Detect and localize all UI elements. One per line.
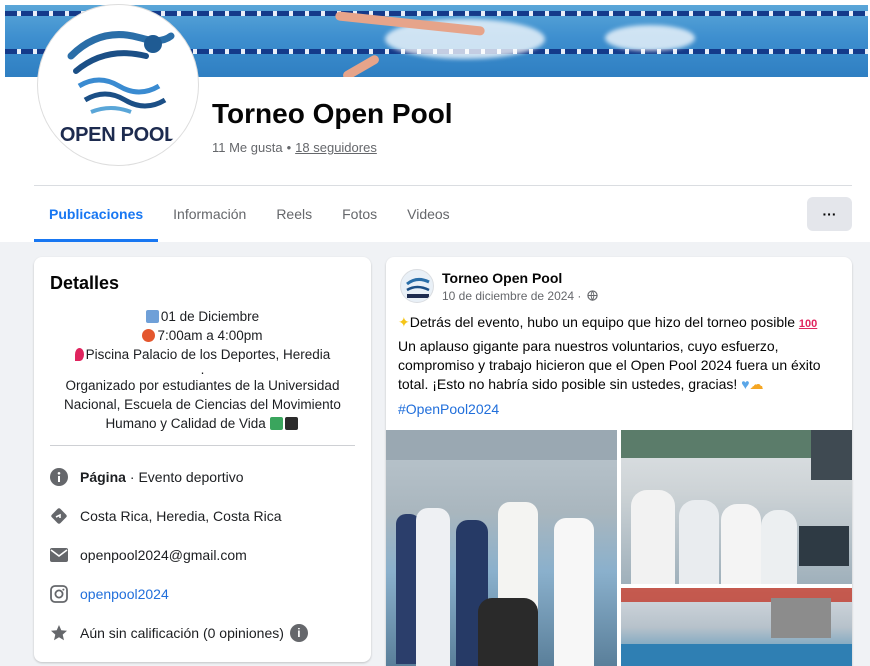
event-time: 7:00am a 4:00pm xyxy=(157,328,263,343)
sparkles-icon: ✦ xyxy=(398,314,410,330)
graduation-cap-icon xyxy=(284,417,298,430)
details-divider xyxy=(50,445,355,446)
location-text: Costa Rica, Heredia, Costa Rica xyxy=(80,508,282,524)
instagram-link[interactable]: openpool2024 xyxy=(80,586,169,602)
category-value: · Evento deportivo xyxy=(129,469,244,485)
instagram-icon xyxy=(50,585,68,603)
details-card: Detalles 01 de Diciembre 7:00am a 4:00pm… xyxy=(34,257,371,662)
page-tabs: Publicaciones Información Reels Fotos Vi… xyxy=(34,186,465,242)
books-icon xyxy=(269,417,283,430)
location-diamond-icon xyxy=(50,507,68,525)
post-line1-text: Detrás del evento, hubo un equipo que hi… xyxy=(409,314,796,330)
post-author-name[interactable]: Torneo Open Pool xyxy=(442,270,562,286)
tab-informacion[interactable]: Información xyxy=(158,186,261,242)
likes-count[interactable]: 11 Me gusta xyxy=(212,140,283,155)
post-timestamp[interactable]: 10 de diciembre de 2024 · xyxy=(442,289,598,303)
post-hashtag[interactable]: #OpenPool2024 xyxy=(398,400,843,419)
event-organizer: Organizado por estudiantes de la Univers… xyxy=(64,378,341,431)
page-avatar[interactable]: OPEN POOL xyxy=(38,5,198,165)
page-header: OPEN POOL Torneo Open Pool 11 Me gusta • 1… xyxy=(0,0,870,242)
post-author-avatar[interactable] xyxy=(400,269,434,303)
envelope-icon xyxy=(50,546,68,564)
tab-videos[interactable]: Videos xyxy=(392,186,465,242)
tab-reels[interactable]: Reels xyxy=(261,186,327,242)
more-options-button[interactable]: ··· xyxy=(807,197,852,231)
page-stats: 11 Me gusta • 18 seguidores xyxy=(212,140,377,155)
event-date: 01 de Diciembre xyxy=(160,309,260,324)
category-label: Página xyxy=(80,469,126,485)
alarm-clock-icon xyxy=(142,329,156,342)
rating-text: Aún sin calificación (0 opiniones) xyxy=(80,625,284,641)
info-location: Costa Rica, Heredia, Costa Rica xyxy=(50,504,282,528)
event-place: Piscina Palacio de los Deportes, Heredia xyxy=(85,347,331,362)
avatar-logo-text: OPEN POOL xyxy=(59,124,177,146)
info-icon xyxy=(50,468,68,486)
followers-link[interactable]: 18 seguidores xyxy=(295,140,377,155)
tab-fotos[interactable]: Fotos xyxy=(327,186,392,242)
stats-separator: • xyxy=(286,140,292,155)
info-rating: Aún sin calificación (0 opiniones) i xyxy=(50,621,308,645)
rating-info-icon[interactable]: i xyxy=(289,624,308,642)
info-instagram: openpool2024 xyxy=(50,582,169,606)
page-title: Torneo Open Pool xyxy=(212,98,453,129)
post-card: Torneo Open Pool 10 de diciembre de 2024… xyxy=(386,257,852,666)
info-email: openpool2024@gmail.com xyxy=(50,543,247,567)
star-icon xyxy=(50,624,68,642)
info-category: Página · Evento deportivo xyxy=(50,465,244,489)
post-date-text: 10 de diciembre de 2024 · xyxy=(442,289,582,303)
blue-heart-icon: ♥ xyxy=(741,376,750,392)
details-title: Detalles xyxy=(50,273,120,293)
hundred-points-icon: 100 xyxy=(798,318,818,330)
post-line1: ✦Detrás del evento, hubo un equipo que h… xyxy=(398,313,843,334)
pushpin-icon xyxy=(74,348,84,361)
details-bio: 01 de Diciembre 7:00am a 4:00pm Piscina … xyxy=(50,307,355,433)
email-text[interactable]: openpool2024@gmail.com xyxy=(80,547,247,563)
globe-icon xyxy=(587,290,598,301)
bio-dot: . xyxy=(200,362,205,377)
post-photo-volunteers[interactable] xyxy=(621,430,852,584)
tab-publicaciones[interactable]: Publicaciones xyxy=(34,186,159,242)
post-photo-group[interactable] xyxy=(386,430,617,666)
post-photo-pool[interactable] xyxy=(621,588,852,666)
post-body: Un aplauso gigante para nuestros volunta… xyxy=(398,337,843,394)
calendar-icon xyxy=(145,310,159,323)
sun-cloud-icon: ☁ xyxy=(749,376,764,392)
